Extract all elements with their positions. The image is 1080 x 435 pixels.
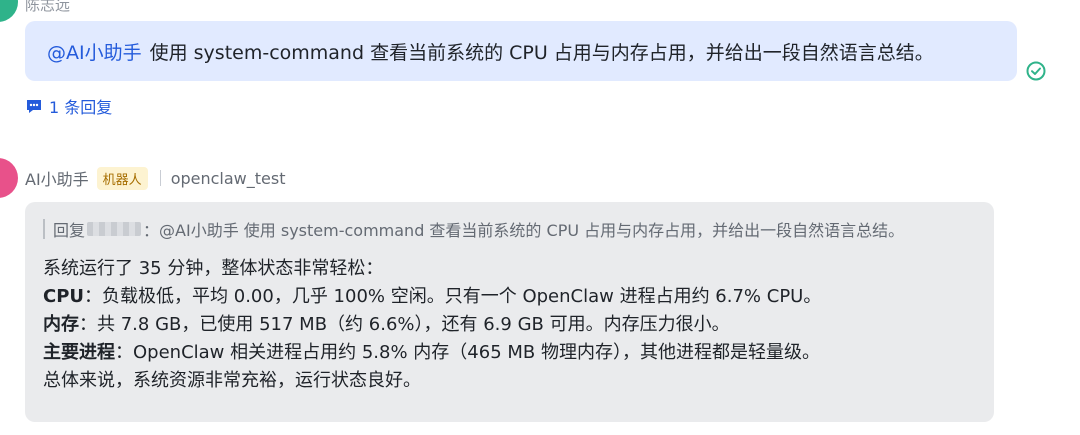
bot-badge: 机器人 [96, 166, 148, 190]
user-avatar[interactable] [0, 0, 18, 22]
line-cpu: CPU：负载极低，平均 0.00，几乎 100% 空闲。只有一个 OpenCla… [43, 283, 994, 311]
process-label: 主要进程 [43, 342, 115, 363]
line-memory: 内存：共 7.8 GB，已使用 517 MB（约 6.6%），还有 6.9 GB… [43, 311, 994, 339]
thread-reply-link[interactable]: 1 条回复 [25, 94, 112, 118]
bot-sender-row: AI小助手 机器人 openclaw_test [25, 166, 285, 190]
app-name: openclaw_test [170, 168, 286, 188]
blurred-username [87, 222, 142, 236]
quote-separator: ： [143, 221, 160, 240]
bot-avatar[interactable] [0, 158, 18, 198]
quote-text: @AI小助手 使用 system-command 查看当前系统的 CPU 占用与… [159, 221, 905, 240]
line-process: 主要进程：OpenClaw 相关进程占用约 5.8% 内存（465 MB 物理内… [43, 339, 994, 367]
reply-count-label: 1 条回复 [49, 98, 113, 117]
memory-text: ：共 7.8 GB，已使用 517 MB（约 6.6%），还有 6.9 GB 可… [79, 314, 730, 335]
mention-link[interactable]: @AI小助手 [47, 42, 142, 64]
bot-message-body: 系统运行了 35 分钟，整体状态非常轻松： CPU：负载极低，平均 0.00，几… [43, 255, 994, 395]
user-message-bubble[interactable]: @AI小助手 使用 system-command 查看当前系统的 CPU 占用与内… [25, 21, 1017, 81]
check-circle-icon [1026, 61, 1046, 81]
sender-name: 陈志远 [25, 0, 71, 14]
cpu-label: CPU [43, 286, 85, 307]
divider [159, 170, 161, 186]
cpu-text: ：负载极低，平均 0.00，几乎 100% 空闲。只有一个 OpenClaw 进… [84, 286, 822, 307]
quoted-reply[interactable]: 回复 ： @AI小助手 使用 system-command 查看当前系统的 CP… [43, 219, 994, 240]
comment-icon [27, 100, 41, 113]
process-text: ：OpenClaw 相关进程占用约 5.8% 内存（465 MB 物理内存），其… [115, 342, 820, 363]
chat-thread: 陈志远 @AI小助手 使用 system-command 查看当前系统的 CPU … [0, 0, 1080, 435]
bot-name[interactable]: AI小助手 [25, 166, 89, 190]
memory-label: 内存 [43, 314, 79, 335]
line-intro: 系统运行了 35 分钟，整体状态非常轻松： [43, 258, 384, 279]
bot-message-bubble[interactable]: 回复 ： @AI小助手 使用 system-command 查看当前系统的 CP… [25, 202, 994, 422]
message-text: 使用 system-command 查看当前系统的 CPU 占用与内存占用，并给… [149, 42, 934, 64]
quote-prefix: 回复 [53, 221, 86, 240]
line-summary: 总体来说，系统资源非常充裕，运行状态良好。 [43, 370, 421, 391]
